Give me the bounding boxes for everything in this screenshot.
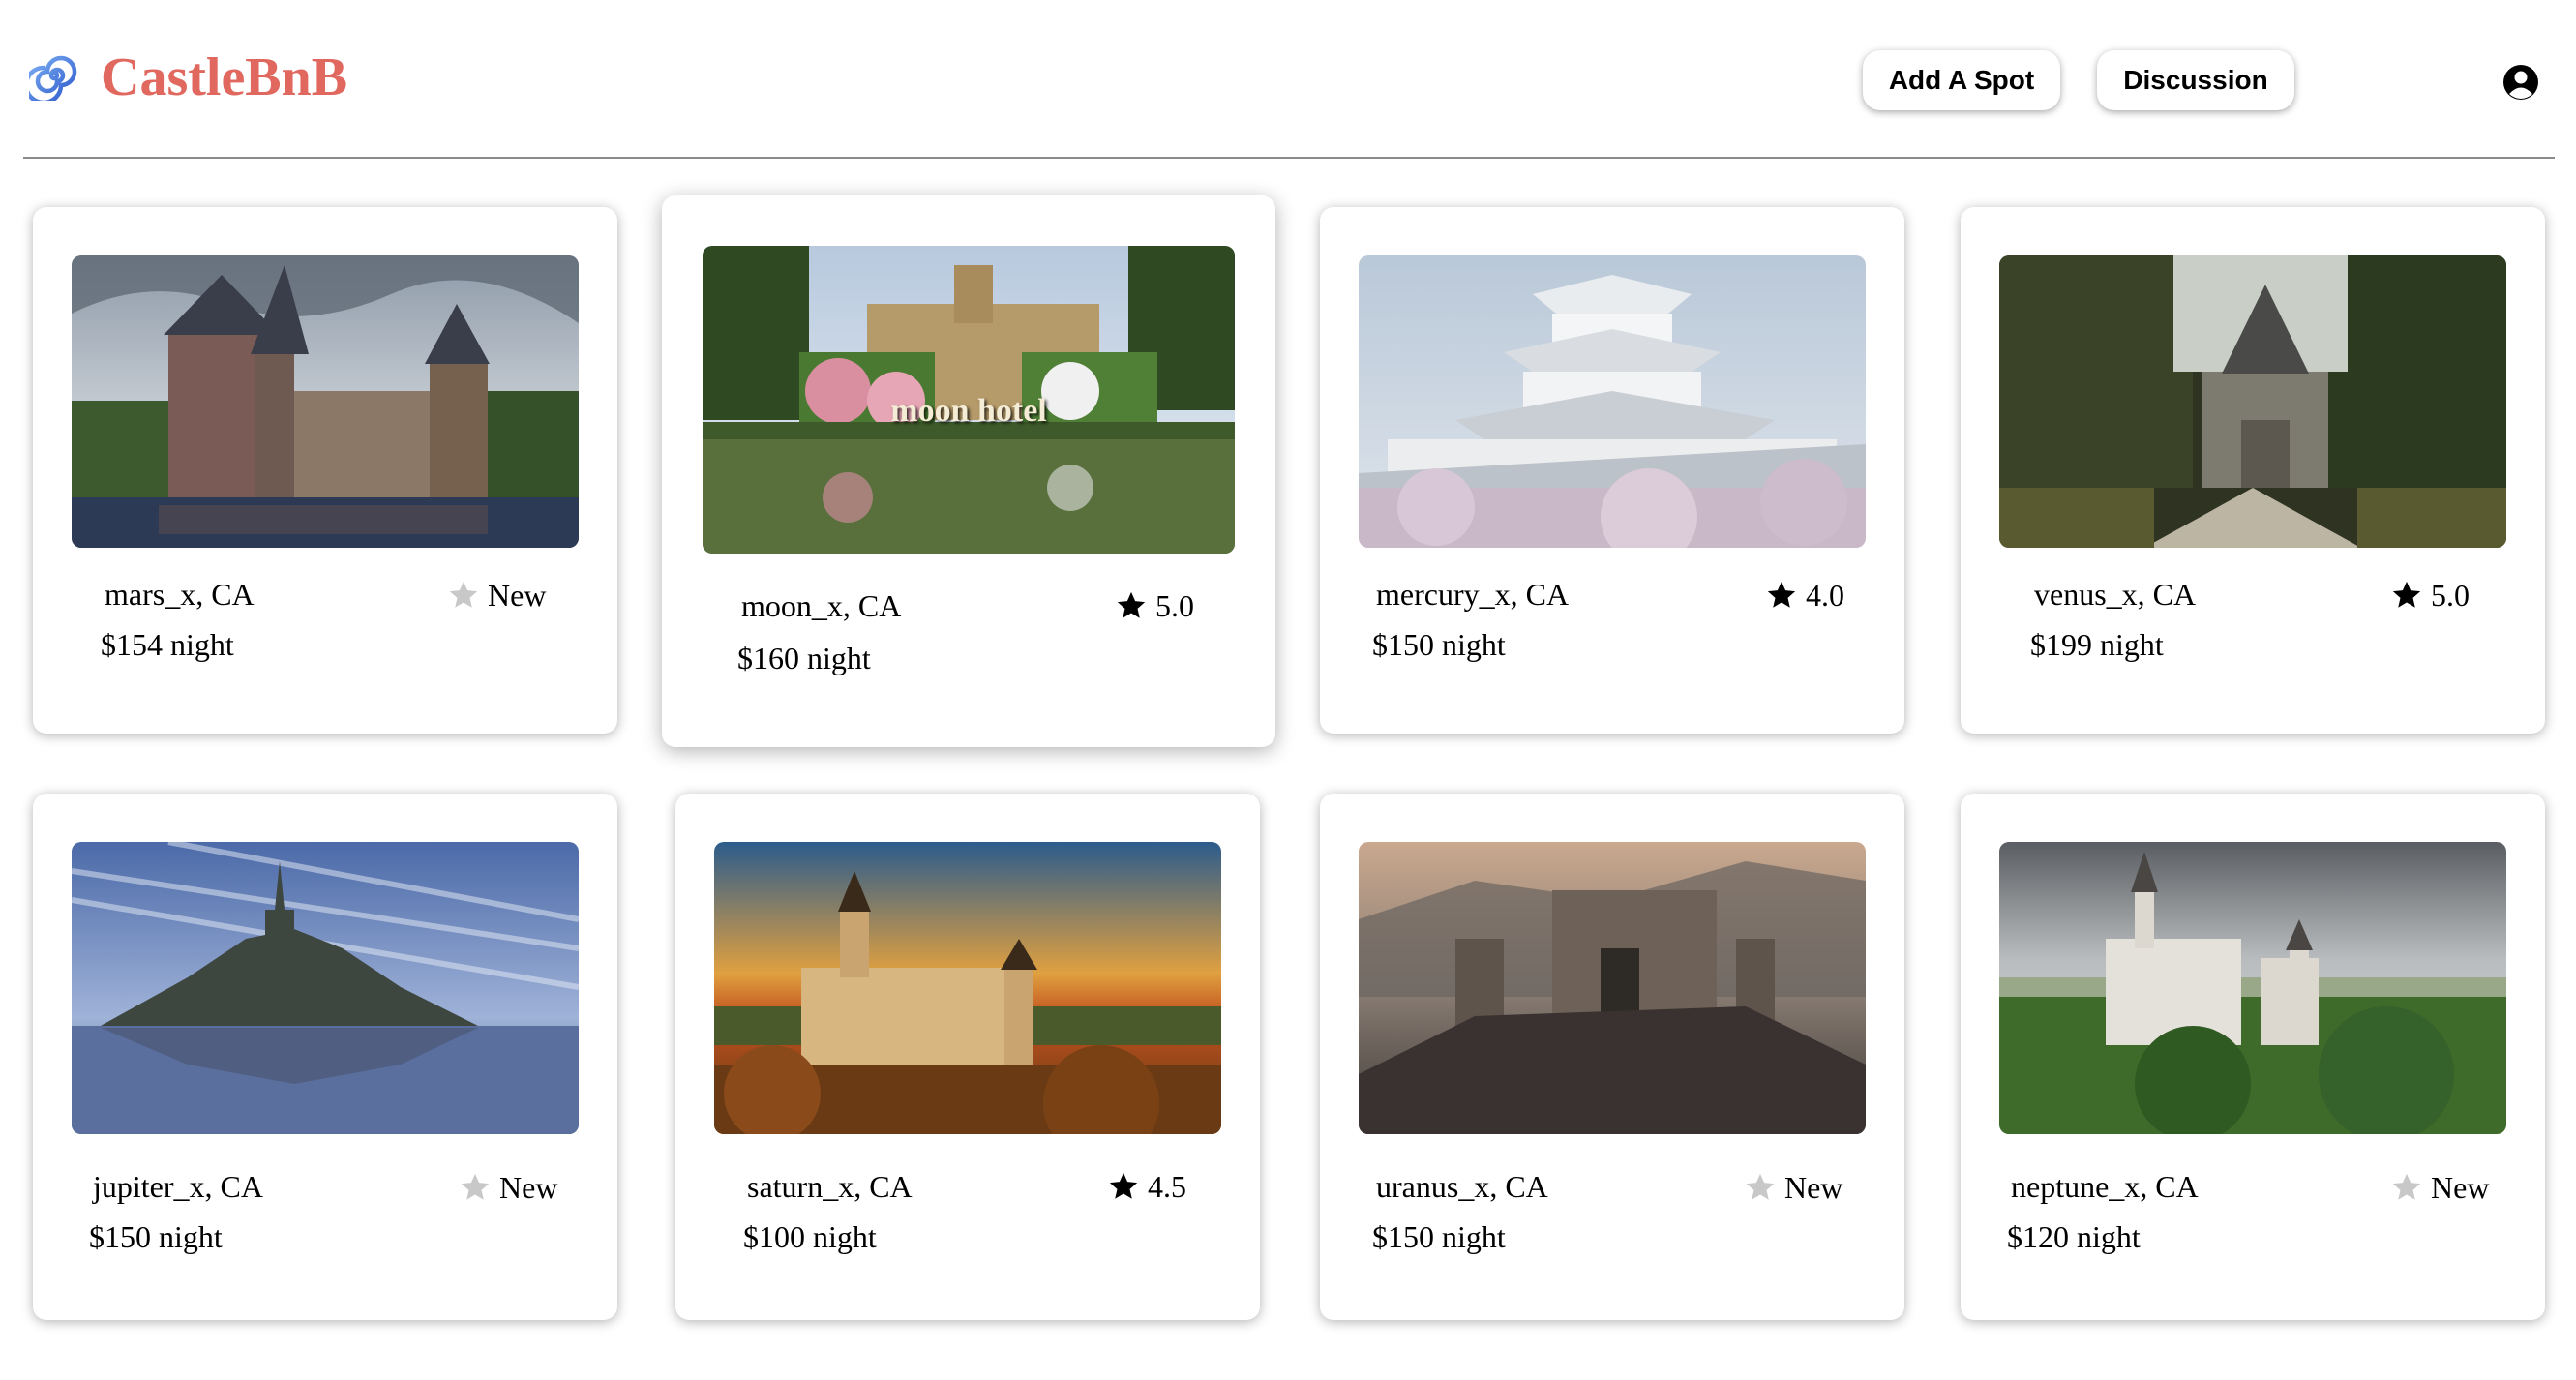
spot-price: $150 night [1372, 1219, 1506, 1254]
spot-location: saturn_x, CA [747, 1169, 913, 1204]
star-icon [1746, 1173, 1775, 1200]
spot-location: mars_x, CA [105, 577, 255, 612]
spot-card-uranus[interactable]: uranus_x, CA New $150 night [1320, 794, 1904, 1320]
spot-location: moon_x, CA [741, 588, 902, 623]
rating-value: New [499, 1170, 558, 1205]
brand-name[interactable]: CastleBnB [101, 41, 347, 114]
star-icon [461, 1173, 490, 1200]
spot-price: $160 night [737, 641, 871, 675]
star-icon [449, 581, 478, 608]
spot-rating: 5.0 [1115, 586, 1194, 625]
spot-image[interactable] [1359, 255, 1866, 548]
spot-rating: New [2390, 1168, 2489, 1207]
spot-rating: 5.0 [2390, 576, 2470, 615]
spot-image[interactable] [72, 842, 579, 1134]
spot-image[interactable] [714, 842, 1221, 1134]
rating-value: 4.0 [1806, 578, 1844, 613]
star-icon [2392, 1173, 2421, 1200]
rating-value: 4.5 [1148, 1169, 1186, 1204]
add-spot-button[interactable]: Add A Spot [1863, 50, 2060, 110]
spot-image[interactable] [1999, 255, 2506, 548]
spot-rating: 4.0 [1765, 576, 1844, 615]
discussion-button[interactable]: Discussion [2097, 50, 2294, 110]
star-icon [2392, 581, 2421, 608]
rating-value: New [488, 578, 547, 613]
spot-card-neptune[interactable]: neptune_x, CA New $120 night [1961, 794, 2545, 1320]
spot-card-jupiter[interactable]: jupiter_x, CA New $150 night [33, 794, 617, 1320]
header-divider [23, 157, 2555, 159]
spot-location: venus_x, CA [2034, 577, 2197, 612]
image-overlay-text: moon hotel [890, 393, 1047, 429]
spot-price: $120 night [2007, 1219, 2141, 1254]
spot-image[interactable] [1359, 842, 1866, 1134]
spot-location: mercury_x, CA [1376, 577, 1570, 612]
spot-price: $150 night [89, 1219, 223, 1254]
top-nav: CastleBnB Add A Spot Discussion [0, 0, 2576, 159]
spot-location: uranus_x, CA [1376, 1169, 1548, 1204]
spot-price: $154 night [101, 627, 234, 662]
star-icon [1767, 581, 1796, 608]
rating-value: 5.0 [2431, 578, 2470, 613]
rating-value: New [2431, 1170, 2490, 1205]
spot-rating: New [447, 576, 546, 615]
spiral-logo-icon[interactable] [29, 50, 79, 101]
spot-rating: New [459, 1168, 557, 1207]
spot-price: $100 night [743, 1219, 877, 1254]
rating-value: New [1784, 1170, 1843, 1205]
star-icon [1117, 591, 1146, 618]
spot-card-moon[interactable]: moon hotel moon_x, CA 5.0 $160 night [662, 195, 1275, 747]
rating-value: 5.0 [1155, 588, 1194, 623]
spot-card-venus[interactable]: venus_x, CA 5.0 $199 night [1961, 207, 2545, 734]
spot-image[interactable]: moon hotel [703, 246, 1235, 554]
star-icon [1109, 1172, 1138, 1199]
spot-location: neptune_x, CA [2011, 1169, 2199, 1204]
spot-location: jupiter_x, CA [93, 1169, 263, 1204]
spot-card-mars[interactable]: mars_x, CA New $154 night [33, 207, 617, 734]
spot-card-mercury[interactable]: mercury_x, CA 4.0 $150 night [1320, 207, 1904, 734]
spot-image[interactable] [72, 255, 579, 548]
spot-rating: New [1744, 1168, 1842, 1207]
spot-image[interactable] [1999, 842, 2506, 1134]
spot-card-saturn[interactable]: saturn_x, CA 4.5 $100 night [675, 794, 1260, 1320]
spot-price: $150 night [1372, 627, 1506, 662]
user-circle-icon[interactable] [2502, 64, 2539, 101]
spot-price: $199 night [2030, 627, 2164, 662]
spot-rating: 4.5 [1107, 1167, 1186, 1206]
